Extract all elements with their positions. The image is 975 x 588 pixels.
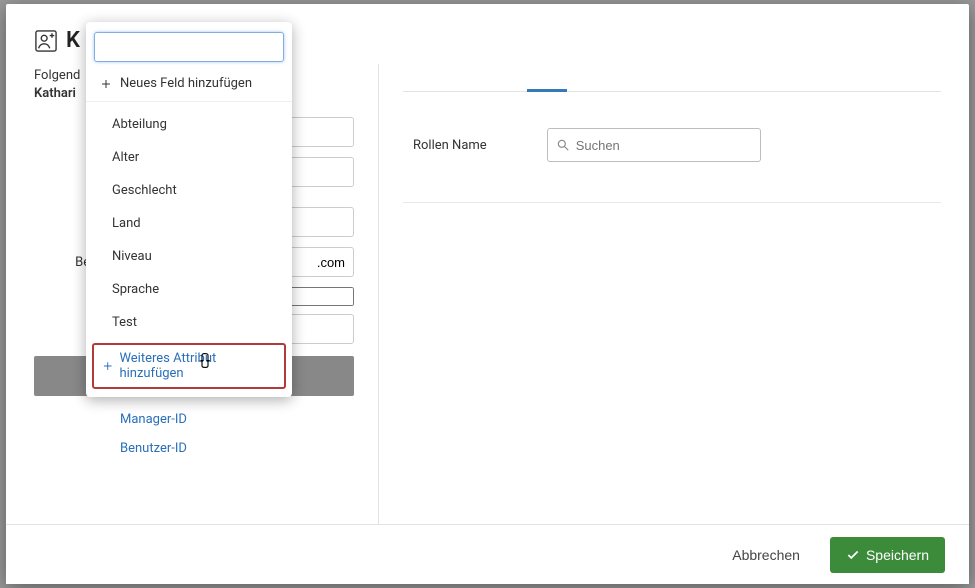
search-icon — [556, 137, 570, 153]
right-column: Rollen Name — [403, 28, 941, 524]
dropdown-option[interactable]: Land — [86, 207, 292, 240]
check-icon — [846, 548, 860, 562]
modal-dialog: K Folgend Kathari Vo Nac Benutze — [6, 4, 969, 584]
dropdown-option[interactable]: Abteilung — [86, 108, 292, 141]
add-attribute-button[interactable]: Weiteres Attribut hinzufügen — [92, 343, 286, 389]
dropdown-option[interactable]: Test — [86, 306, 292, 339]
plus-icon — [100, 78, 112, 90]
manager-id-link[interactable]: Manager-ID — [120, 412, 354, 427]
dropdown-search-input[interactable] — [105, 40, 281, 55]
vertical-divider — [378, 64, 379, 524]
add-person-icon — [34, 29, 58, 53]
intro-prefix: Folgend — [34, 68, 80, 83]
role-search-input[interactable] — [576, 138, 752, 153]
add-new-field-item[interactable]: Neues Feld hinzufügen — [86, 66, 292, 102]
add-new-field-label: Neues Feld hinzufügen — [120, 76, 252, 91]
save-label: Speichern — [866, 547, 929, 563]
cancel-label: Abbrechen — [732, 547, 800, 563]
user-id-link[interactable]: Benutzer-ID — [120, 441, 354, 456]
plus-icon — [102, 360, 113, 372]
sub-links: Manager-ID Benutzer-ID — [34, 412, 354, 456]
intro-name: Kathari — [34, 86, 76, 101]
dropdown-search-box[interactable] — [94, 32, 284, 62]
save-button[interactable]: Speichern — [830, 537, 945, 573]
tabs-row — [403, 32, 941, 92]
modal-footer: Abbrechen Speichern — [6, 524, 969, 584]
active-tab-indicator — [527, 89, 567, 92]
role-name-label: Rollen Name — [413, 138, 487, 153]
dropdown-options: Abteilung Alter Geschlecht Land Niveau S… — [86, 102, 292, 339]
dropdown-option[interactable]: Geschlecht — [86, 174, 292, 207]
role-search-box[interactable] — [547, 128, 761, 162]
dropdown-option[interactable]: Niveau — [86, 240, 292, 273]
role-search-row: Rollen Name — [403, 92, 941, 203]
page-title: K — [66, 28, 80, 53]
cursor-icon — [196, 352, 214, 372]
modal-body: K Folgend Kathari Vo Nac Benutze — [6, 4, 969, 524]
dropdown-option[interactable]: Sprache — [86, 273, 292, 306]
cancel-button[interactable]: Abbrechen — [716, 537, 816, 573]
field-dropdown: Neues Feld hinzufügen Abteilung Alter Ge… — [86, 22, 292, 397]
dropdown-option[interactable]: Alter — [86, 141, 292, 174]
